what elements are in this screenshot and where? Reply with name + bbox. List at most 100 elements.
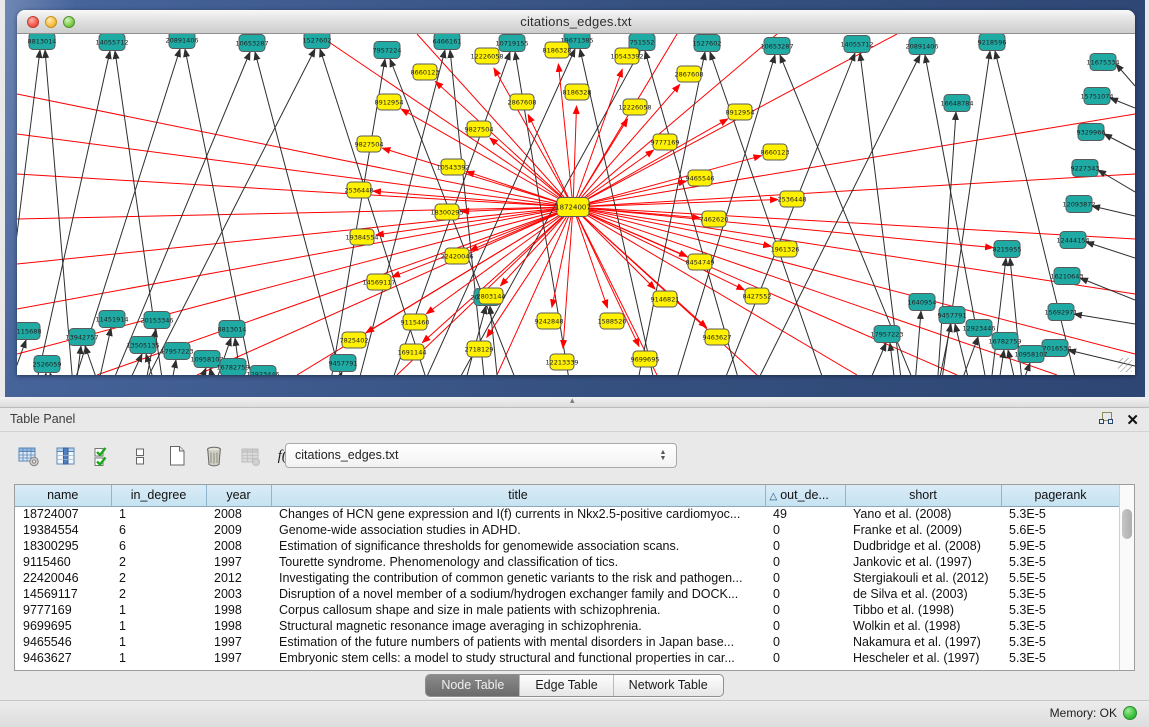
table-cell[interactable]: 1 — [111, 602, 206, 618]
graph-node[interactable]: 1961326 — [771, 241, 800, 257]
table-cell[interactable]: 5.9E-5 — [1001, 538, 1120, 554]
table-cell[interactable]: Nakamura et al. (1997) — [845, 634, 1001, 650]
delete-table-icon[interactable] — [199, 441, 229, 471]
close-panel-icon[interactable]: ✕ — [1126, 414, 1139, 428]
import-table-icon[interactable] — [236, 441, 266, 471]
column-header-title[interactable]: title — [271, 485, 765, 506]
graph-node[interactable]: 1527602 — [693, 35, 722, 52]
graph-node[interactable]: 8215955 — [993, 241, 1022, 258]
graph-node[interactable]: 18724007 — [555, 198, 591, 217]
table-cell[interactable]: 0 — [765, 650, 845, 666]
graph-node[interactable]: 10543392 — [436, 159, 469, 175]
table-cell[interactable]: Embryonic stem cells: a model to study s… — [271, 650, 765, 666]
graph-node[interactable]: 10543392 — [610, 48, 643, 64]
graph-node[interactable]: 12923446 — [962, 320, 995, 337]
graph-node[interactable]: 2536448 — [778, 191, 807, 207]
graph-node[interactable]: 19384554 — [345, 229, 378, 245]
table-cell[interactable]: Franke et al. (2009) — [845, 522, 1001, 538]
table-cell[interactable]: 1997 — [206, 650, 271, 666]
table-cell[interactable]: Corpus callosum shape and size in male p… — [271, 602, 765, 618]
graph-node[interactable]: 2536448 — [345, 182, 374, 198]
table-cell[interactable]: Yano et al. (2008) — [845, 506, 1001, 522]
graph-node[interactable]: 9457791 — [938, 307, 967, 324]
table-cell[interactable]: Dudbridge et al. (2008) — [845, 538, 1001, 554]
table-cell[interactable]: 6 — [111, 522, 206, 538]
resize-grip[interactable] — [1118, 358, 1132, 372]
table-select-dropdown[interactable]: citations_edges.txt ▲▼ — [285, 443, 677, 468]
table-cell[interactable]: Tibbo et al. (1998) — [845, 602, 1001, 618]
graph-node[interactable]: 20153346 — [140, 312, 173, 329]
graph-node[interactable]: 12226058 — [470, 48, 503, 64]
column-header-name[interactable]: name — [15, 485, 111, 506]
window-titlebar[interactable]: citations_edges.txt — [17, 10, 1135, 34]
table-cell[interactable]: 6 — [111, 538, 206, 554]
table-cell[interactable]: Estimation of significance thresholds fo… — [271, 538, 765, 554]
table-cell[interactable]: 2 — [111, 586, 206, 602]
table-cell[interactable]: 1997 — [206, 554, 271, 570]
table-cell[interactable]: Tourette syndrome. Phenomenology and cla… — [271, 554, 765, 570]
table-cell[interactable]: 9463627 — [15, 650, 111, 666]
table-cell[interactable]: 2012 — [206, 570, 271, 586]
graph-node[interactable]: 16210643 — [1050, 268, 1083, 285]
minimize-window-button[interactable] — [45, 16, 57, 28]
table-cell[interactable]: Changes of HCN gene expression and I(f) … — [271, 506, 765, 522]
graph-node[interactable]: 9115460 — [401, 314, 430, 330]
table-vertical-scrollbar[interactable] — [1119, 485, 1134, 670]
table-cell[interactable]: 5.3E-5 — [1001, 506, 1120, 522]
close-window-button[interactable] — [27, 16, 39, 28]
table-cell[interactable]: 9465546 — [15, 634, 111, 650]
table-row[interactable]: 911546021997Tourette syndrome. Phenomeno… — [15, 554, 1120, 570]
table-cell[interactable]: 5.3E-5 — [1001, 554, 1120, 570]
table-row[interactable]: 1938455462009Genome-wide association stu… — [15, 522, 1120, 538]
table-cell[interactable]: 5.5E-5 — [1001, 570, 1120, 586]
graph-node[interactable]: 1588520 — [598, 313, 627, 329]
graph-node[interactable]: 2803144 — [477, 288, 506, 304]
graph-node[interactable]: 9699695 — [631, 351, 660, 367]
table-row[interactable]: 977716911998Corpus callosum shape and si… — [15, 602, 1120, 618]
table-cell[interactable]: 9699695 — [15, 618, 111, 634]
table-cell[interactable]: Genome-wide association studies in ADHD. — [271, 522, 765, 538]
table-row[interactable]: 2242004622012Investigating the contribut… — [15, 570, 1120, 586]
node-attribute-table[interactable]: namein_degreeyeartitle△out_de...shortpag… — [14, 484, 1135, 671]
select-all-icon[interactable] — [88, 441, 118, 471]
citation-graph[interactable]: 8813014140557122089140610653287152760279… — [17, 34, 1135, 375]
table-cell[interactable]: 2 — [111, 570, 206, 586]
table-cell[interactable]: 0 — [765, 618, 845, 634]
memory-ok-indicator-icon[interactable] — [1123, 706, 1137, 720]
graph-node[interactable]: 2718129 — [465, 341, 494, 357]
table-row[interactable]: 1456911722003Disruption of a novel membe… — [15, 586, 1120, 602]
table-cell[interactable]: 5.3E-5 — [1001, 650, 1120, 666]
new-table-icon[interactable] — [162, 441, 192, 471]
graph-node[interactable]: 9777169 — [651, 134, 680, 150]
table-cell[interactable]: 0 — [765, 538, 845, 554]
table-cell[interactable]: Stergiakouli et al. (2012) — [845, 570, 1001, 586]
table-cell[interactable]: 1998 — [206, 618, 271, 634]
table-cell[interactable]: Disruption of a novel member of a sodium… — [271, 586, 765, 602]
graph-node[interactable]: 14055712 — [840, 36, 873, 53]
table-cell[interactable]: 2008 — [206, 506, 271, 522]
zoom-window-button[interactable] — [63, 16, 75, 28]
column-header-out_de[interactable]: △out_de... — [765, 485, 845, 506]
graph-node[interactable]: 14055712 — [95, 34, 128, 51]
graph-node[interactable]: 2867608 — [675, 66, 704, 82]
float-panel-icon[interactable] — [1098, 411, 1114, 430]
graph-node[interactable]: 9227343 — [1071, 160, 1100, 177]
table-cell[interactable]: 2 — [111, 554, 206, 570]
table-cell[interactable]: 1 — [111, 506, 206, 522]
graph-node[interactable]: 12923446 — [246, 366, 279, 376]
graph-node[interactable]: 22420046 — [440, 248, 473, 264]
tab-node-table[interactable]: Node Table — [426, 675, 520, 696]
graph-node[interactable]: 16782759 — [216, 359, 249, 376]
table-cell[interactable]: 14569117 — [15, 586, 111, 602]
table-cell[interactable]: Wolkin et al. (1998) — [845, 618, 1001, 634]
graph-node[interactable]: 11451914 — [95, 311, 128, 328]
graph-node[interactable]: 10958107 — [1014, 346, 1047, 363]
graph-node[interactable]: 20891406 — [905, 38, 938, 55]
graph-node[interactable]: 12213339 — [545, 354, 578, 370]
column-header-short[interactable]: short — [845, 485, 1001, 506]
graph-node[interactable]: 9827504 — [355, 136, 384, 152]
graph-node[interactable]: 13942757 — [65, 329, 98, 346]
graph-node[interactable]: 12226058 — [618, 99, 651, 115]
table-row[interactable]: 1830029562008Estimation of significance … — [15, 538, 1120, 554]
graph-node[interactable]: 1691144 — [398, 344, 427, 360]
